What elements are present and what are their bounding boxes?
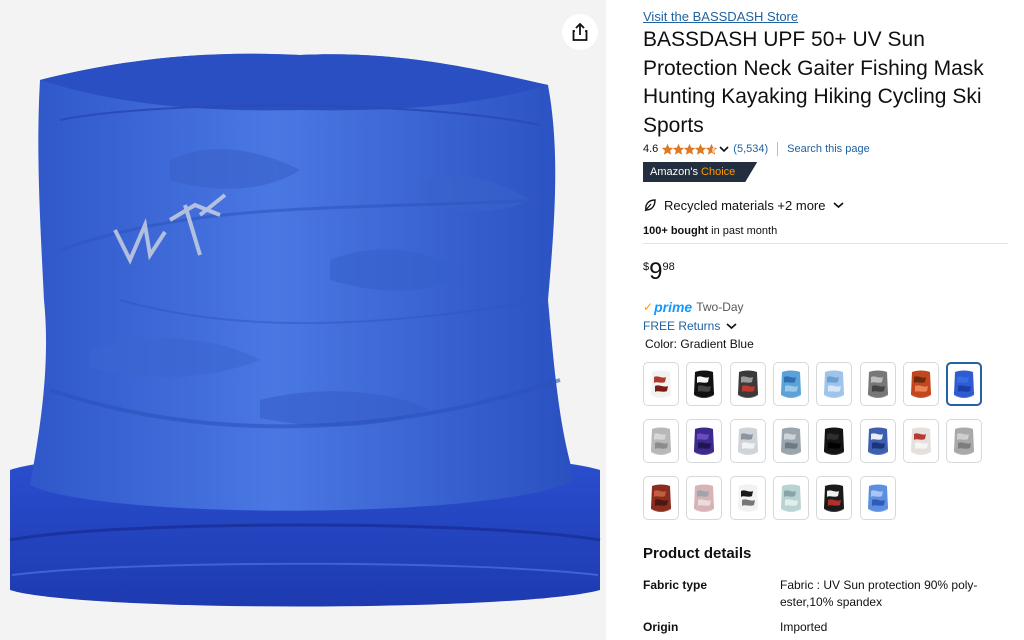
color-swatch[interactable] [643, 362, 679, 406]
badge-prefix: Amazon's [650, 166, 698, 178]
color-swatch[interactable] [772, 476, 809, 520]
product-title: BASSDASH UPF 50+ UV Sun Protection Neck … [643, 28, 984, 137]
color-swatch[interactable] [772, 419, 809, 463]
color-swatch[interactable] [946, 419, 983, 463]
swatch-thumbnail [824, 484, 845, 512]
swatch-thumbnail [780, 484, 801, 512]
swatch-thumbnail [780, 427, 801, 455]
color-swatch[interactable] [946, 362, 983, 406]
chevron-down-icon [726, 322, 737, 330]
swatch-thumbnail [737, 484, 758, 512]
color-swatch[interactable] [816, 476, 853, 520]
swatch-thumbnail [867, 370, 888, 398]
swatch-thumbnail [694, 484, 715, 512]
color-swatch[interactable] [859, 476, 896, 520]
prime-delivery[interactable]: ✓ prime Two-Day [643, 298, 744, 316]
swatch-thumbnail [737, 370, 758, 398]
bought-in-past-month: 100+ bought in past month [643, 225, 777, 237]
color-swatch[interactable] [816, 419, 853, 463]
sustainability-features[interactable]: Recycled materials +2 more [643, 195, 845, 215]
color-value: Gradient Blue [680, 337, 754, 351]
swatch-thumbnail [867, 484, 888, 512]
color-swatch[interactable] [772, 362, 809, 406]
swatch-thumbnail [954, 427, 975, 455]
store-link[interactable]: Visit the BASSDASH Store [643, 9, 798, 24]
recycled-label: Recycled materials +2 more [664, 197, 826, 213]
returns-label: FREE Returns [643, 319, 721, 333]
price-whole: 9 [649, 258, 663, 285]
prime-logo: prime [654, 299, 693, 315]
color-swatch[interactable] [729, 362, 766, 406]
bought-suffix: in past month [708, 225, 778, 237]
star-icon [684, 143, 696, 155]
swatch-thumbnail [910, 370, 931, 398]
price-fraction: 98 [662, 261, 675, 273]
divider [777, 142, 779, 156]
detail-label: Fabric type [643, 578, 708, 592]
star-icon [695, 143, 707, 155]
swatch-thumbnail [824, 370, 845, 398]
free-returns-link[interactable]: FREE Returns [643, 318, 737, 334]
share-icon [572, 23, 588, 41]
leaf-icon [643, 198, 657, 212]
prime-delivery-speed: Two-Day [696, 300, 744, 314]
color-swatch[interactable] [686, 419, 723, 463]
color-swatch[interactable] [686, 476, 723, 520]
color-selection-label: Color: Gradient Blue [645, 337, 754, 351]
detail-label: Origin [643, 620, 679, 634]
price: $ 9 98 [643, 258, 675, 286]
product-image-gallery[interactable] [0, 0, 606, 640]
rating-row: 4.6 (5,534) Search this page [643, 141, 870, 157]
swatch-thumbnail [867, 427, 888, 455]
swatch-thumbnail [651, 484, 671, 512]
color-swatch[interactable] [729, 476, 766, 520]
star-icon [662, 143, 674, 155]
chevron-down-icon[interactable] [719, 145, 729, 153]
swatch-thumbnail [694, 370, 715, 398]
prime-check-icon: ✓ [643, 300, 654, 314]
color-swatch[interactable] [729, 419, 766, 463]
badge-choice: Choice [701, 166, 736, 178]
color-swatch[interactable] [859, 362, 896, 406]
swatch-thumbnail [954, 370, 975, 398]
search-this-page-link[interactable]: Search this page [787, 143, 870, 155]
swatch-thumbnail [651, 427, 671, 455]
chevron-down-icon [833, 201, 845, 209]
product-details-heading: Product details [643, 545, 752, 562]
color-swatch[interactable] [686, 362, 723, 406]
swatch-thumbnail [694, 427, 715, 455]
color-swatch[interactable] [643, 476, 679, 520]
product-image[interactable] [0, 0, 606, 640]
star-icon [673, 143, 685, 155]
detail-value: Fabric : UV Sun protection 90% poly-este… [780, 578, 978, 609]
swatch-thumbnail [910, 427, 931, 455]
color-swatch[interactable] [643, 419, 679, 463]
detail-value: Imported [780, 620, 828, 634]
color-swatch[interactable] [816, 362, 853, 406]
star-icon [706, 143, 718, 155]
swatch-thumbnail [824, 427, 845, 455]
color-label: Color: [645, 337, 678, 351]
amazons-choice-badge[interactable]: Amazon's Choice [643, 162, 757, 182]
ratings-count-link[interactable]: (5,534) [733, 143, 768, 155]
star-rating[interactable] [662, 143, 718, 155]
color-swatch[interactable] [902, 419, 939, 463]
swatch-thumbnail [651, 370, 671, 398]
swatch-thumbnail [737, 427, 758, 455]
color-swatch[interactable] [859, 419, 896, 463]
bought-count: 100+ bought [643, 225, 709, 237]
rating-value: 4.6 [643, 143, 659, 155]
swatch-thumbnail [780, 370, 801, 398]
share-button[interactable] [562, 14, 598, 50]
divider [643, 243, 1008, 244]
color-swatch[interactable] [902, 362, 939, 406]
